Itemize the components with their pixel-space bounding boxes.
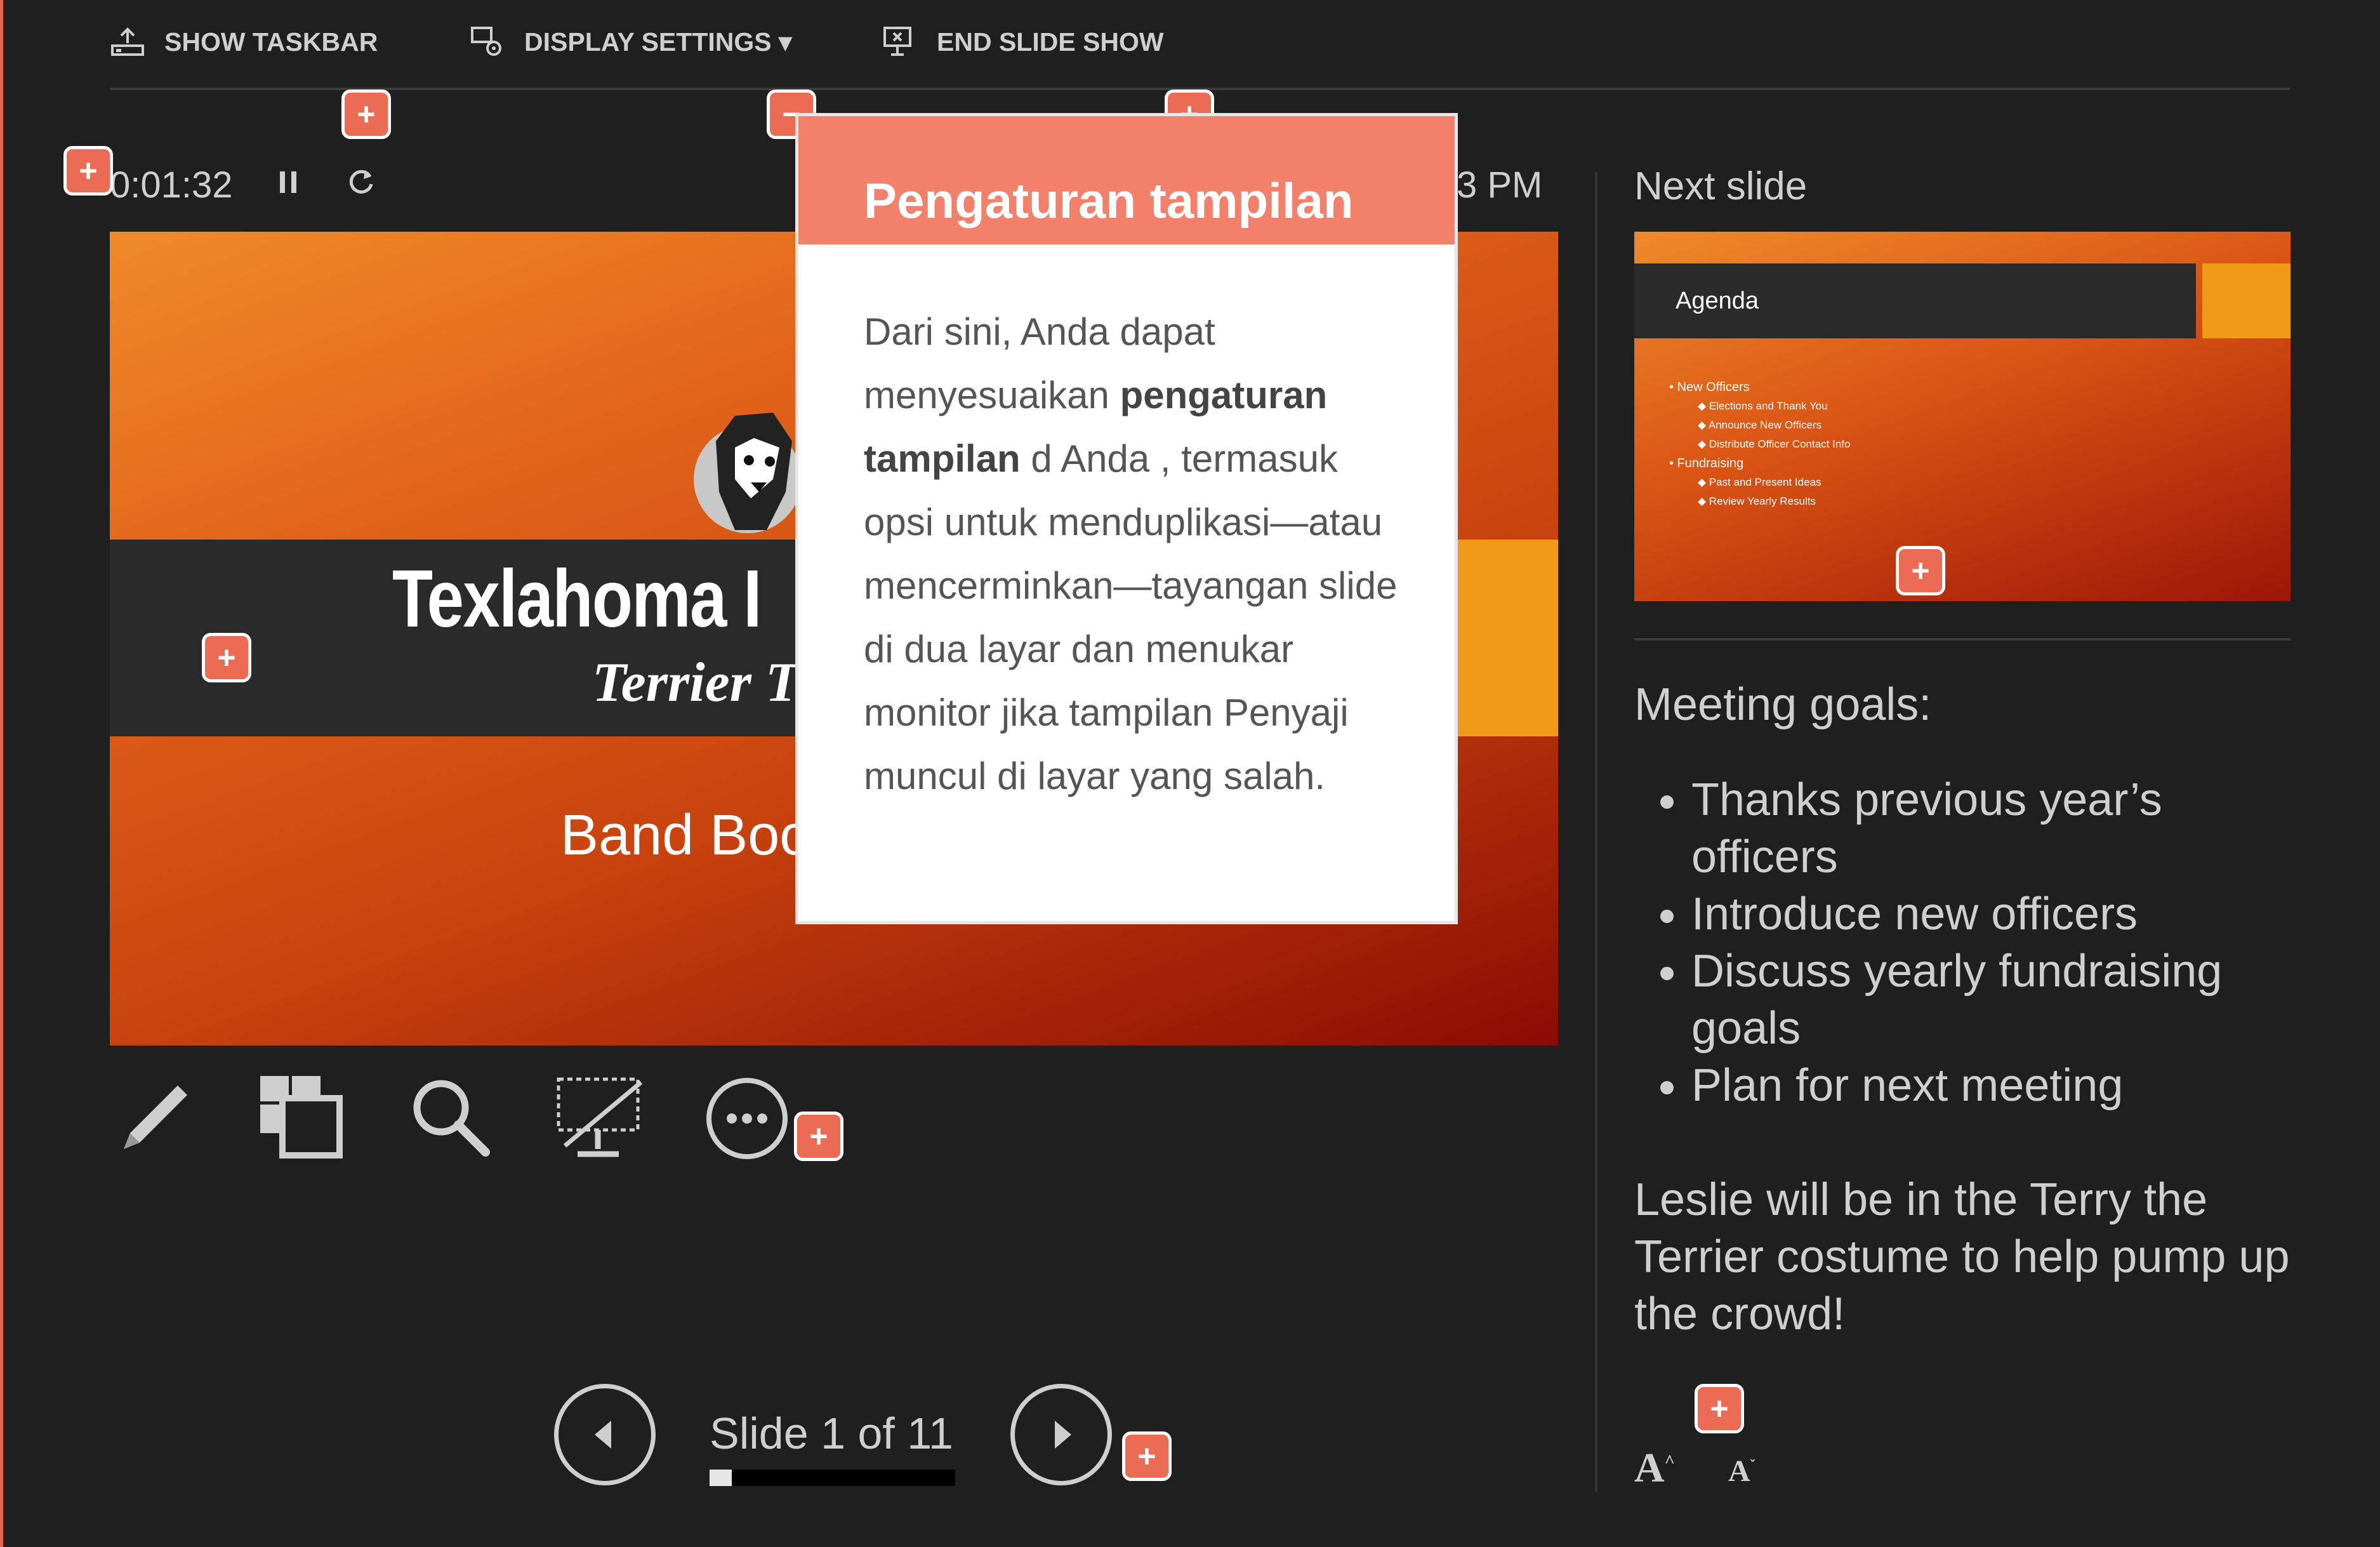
show-taskbar-label: SHOW TASKBAR (164, 27, 378, 56)
end-show-icon (883, 27, 911, 56)
thumbnail-accent (2202, 263, 2291, 338)
thumbnail-bullet: ◆ Announce New Officers (1698, 419, 1822, 431)
slide-body-text: Band Boo (560, 804, 812, 867)
display-settings-label: DISPLAY SETTINGS ▾ (524, 27, 792, 56)
current-time: 3 PM (1457, 164, 1543, 206)
thumbnail-bullet: ◆ Distribute Officer Contact Info (1698, 438, 1851, 450)
terrier-logo-icon (694, 413, 802, 533)
notes-closing-text: Leslie will be in the Terry the Terrier … (1634, 1174, 2290, 1339)
decrease-font-label: A (1728, 1454, 1750, 1488)
show-taskbar-button[interactable]: SHOW TASKBAR (110, 24, 378, 60)
next-slide-thumbnail[interactable]: Agenda • New Officers ◆ Elections and Tha… (1634, 232, 2291, 601)
slide-progress-fill (710, 1470, 732, 1486)
tooltip-title: Pengaturan tampilan (864, 173, 1354, 229)
taskbar-icon (111, 27, 144, 56)
title-band-accent (1449, 540, 1558, 736)
pen-icon (124, 1086, 187, 1149)
zoom-button[interactable] (406, 1073, 495, 1165)
pen-tool-button[interactable] (111, 1073, 200, 1165)
pause-icon (280, 171, 296, 193)
black-screen-button[interactable] (552, 1073, 647, 1165)
tour-marker[interactable]: + (1896, 546, 1945, 595)
next-slide-button[interactable] (1010, 1384, 1112, 1485)
slides-grid-icon (260, 1076, 343, 1159)
slide-counter[interactable]: Slide 1 of 11 (710, 1408, 953, 1459)
end-slide-show-label: END SLIDE SHOW (937, 27, 1164, 56)
notes-bullet: Plan for next meeting (1691, 1057, 2294, 1114)
display-settings-tooltip: Pengaturan tampilan Dari sini, Anda dapa… (795, 113, 1458, 924)
notes-bullet: Discuss yearly fundraising goals (1691, 943, 2294, 1057)
next-arrow-icon (1055, 1421, 1071, 1449)
thumbnail-bullet: ◆ Elections and Thank You (1698, 400, 1828, 412)
elapsed-timer: 0:01:32 (110, 164, 233, 206)
thumbnail-title: Agenda (1676, 288, 1759, 314)
thumbnail-bullet: ◆ Past and Present Ideas (1698, 476, 1821, 488)
see-all-slides-button[interactable] (257, 1073, 346, 1165)
notes-divider (1634, 638, 2291, 641)
more-options-icon (706, 1078, 788, 1159)
tooltip-text: d Anda , termasuk opsi untuk menduplikas… (864, 437, 1398, 797)
decrease-font-button[interactable]: Aˇ (1728, 1454, 1755, 1489)
black-screen-icon (557, 1077, 643, 1157)
notes-heading: Meeting goals: (1634, 679, 1932, 730)
caret-up-icon: ^ (1664, 1452, 1675, 1471)
end-slide-show-button[interactable]: END SLIDE SHOW (882, 24, 1164, 60)
notes-bullet: Thanks previous year’s officers (1691, 771, 2294, 886)
next-slide-label: Next slide (1634, 164, 1808, 208)
panel-divider (1595, 171, 1597, 1492)
thumbnail-bullet: • Fundraising (1669, 456, 1744, 470)
tooltip-header: Pengaturan tampilan (798, 116, 1455, 244)
pause-timer-button[interactable] (276, 166, 301, 201)
speaker-notes[interactable]: Meeting goals: Thanks previous year’s of… (1634, 676, 2294, 1343)
tour-marker[interactable]: + (1695, 1384, 1744, 1433)
notes-bullet: Introduce new officers (1691, 886, 2294, 943)
restart-icon (349, 169, 373, 194)
thumbnail-bullet: ◆ Review Yearly Results (1698, 495, 1816, 507)
more-options-button[interactable] (701, 1073, 797, 1171)
tour-marker[interactable]: + (202, 633, 251, 682)
tooltip-body: Dari sini, Anda dapat menyesuaikan penga… (864, 300, 1416, 808)
increase-font-button[interactable]: A^ (1634, 1444, 1675, 1492)
presenter-view: SHOW TASKBAR DISPLAY SETTINGS ▾ END SLID… (0, 0, 2380, 1547)
restart-timer-button[interactable] (346, 166, 378, 201)
caret-down-icon: ˇ (1750, 1457, 1755, 1474)
slide-title: Texlahoma I (392, 554, 762, 644)
zoom-icon (413, 1080, 490, 1157)
display-settings-icon (471, 27, 501, 56)
tour-marker[interactable]: + (341, 90, 391, 139)
display-settings-button[interactable]: DISPLAY SETTINGS ▾ (470, 24, 792, 60)
slide-progress-bar (710, 1470, 955, 1486)
increase-font-label: A (1634, 1445, 1665, 1491)
previous-slide-button[interactable] (554, 1384, 656, 1485)
tour-marker[interactable]: + (794, 1112, 843, 1161)
slide-subtitle: Terrier T (592, 652, 800, 714)
thumbnail-bullets: • New Officers ◆ Elections and Thank You ◆… (1669, 378, 1850, 511)
tour-marker[interactable]: + (1122, 1431, 1172, 1481)
thumbnail-bullet: • New Officers (1669, 380, 1750, 394)
tour-marker[interactable]: + (63, 146, 113, 196)
previous-arrow-icon (595, 1421, 611, 1449)
